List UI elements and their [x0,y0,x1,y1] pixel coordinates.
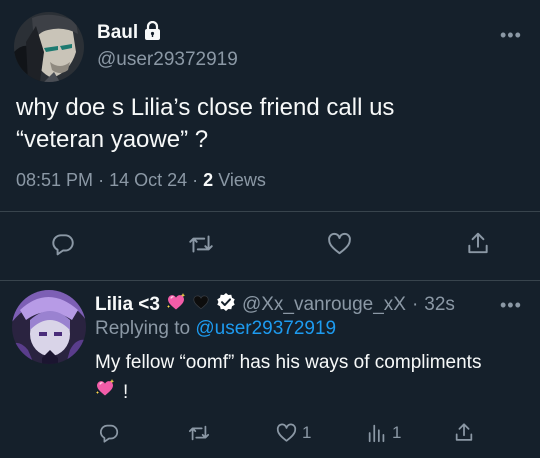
replying-to-handle[interactable]: @user29372919 [195,318,336,339]
analytics-icon [366,422,388,444]
sparkling-heart-emoji [166,292,186,318]
reply-views-count: 1 [392,423,402,442]
reply-age[interactable]: 32s [424,294,455,316]
reply-button[interactable] [50,231,76,257]
tweet-time[interactable]: 08:51 PM [16,170,93,190]
views-label: Views [218,170,266,190]
reply-retweet-button[interactable] [187,422,211,444]
heart-icon [326,231,353,257]
reply-icon [50,231,76,257]
reply-author-handle[interactable]: @Xx_vanrouge_xX [242,294,406,316]
retweet-icon [187,231,215,257]
reply-separator: · [411,294,419,315]
author-avatar[interactable] [14,12,84,82]
share-icon [453,421,475,444]
reply-more-options-icon[interactable]: ••• [500,296,522,314]
reply-text-line1: My fellow “oomf” has his ways of complim… [95,352,482,373]
meta-separator: · [98,170,105,190]
like-button[interactable] [326,231,353,257]
replying-to-prefix: Replying to [95,318,191,339]
share-icon [465,230,491,257]
tweet-date[interactable]: 14 Oct 24 [109,170,187,190]
more-options-icon[interactable]: ••• [500,26,522,44]
divider [0,280,540,281]
reply-author-avatar[interactable] [12,290,86,364]
reply-like-count: 1 [302,423,312,442]
reply-text-exclamation: ! [123,382,129,403]
reply-author-name[interactable]: Lilia <3 [95,294,160,316]
black-heart-emoji [192,293,210,317]
verified-badge-icon [216,292,236,318]
replying-to: Replying to @user29372919 [95,318,336,340]
tweet-thread: Baul @user29372919 ••• why doe s Lilia’s… [0,0,540,458]
lock-icon [144,20,161,45]
author-name-row: Baul [97,20,161,45]
author-name[interactable]: Baul [97,22,138,44]
tweet-text: why doe s Lilia’s close friend call us “… [16,94,395,153]
reply-header: Lilia <3 @Xx_vanrouge_xX · 32s [95,292,455,318]
reply-views-button[interactable]: 1 [366,422,401,444]
meta-separator: · [192,170,199,190]
reply-icon [98,422,120,444]
reply-text-line2: ! [95,378,535,408]
tweet-meta: 08:51 PM · 14 Oct 24 · 2 Views [16,170,266,191]
retweet-button[interactable] [187,231,215,257]
divider [0,211,540,212]
retweet-icon [187,422,211,444]
reply-share-button[interactable] [453,421,475,444]
share-button[interactable] [465,230,491,257]
reply-like-button[interactable]: 1 [275,422,311,444]
reply-reply-button[interactable] [98,422,120,444]
reply-text: My fellow “oomf” has his ways of complim… [95,348,535,408]
author-handle[interactable]: @user29372919 [97,49,238,71]
views-count: 2 [203,170,214,190]
sparkling-heart-emoji [95,378,115,408]
heart-icon [275,422,298,444]
